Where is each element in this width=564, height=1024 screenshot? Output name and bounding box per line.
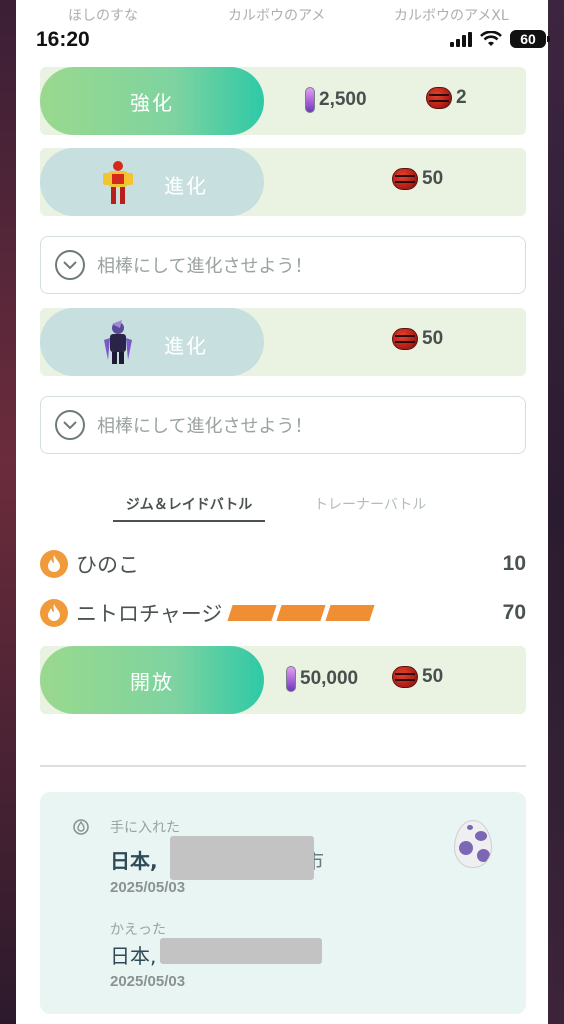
background-right	[548, 0, 564, 1024]
caught-date: 2025/05/03	[110, 879, 186, 896]
hatched-date: 2025/05/03	[110, 973, 186, 990]
status-icons: 60	[450, 30, 550, 48]
resource-header: ほしのすな カルボウのアメ カルボウのアメXL	[16, 2, 548, 26]
redacted-city	[170, 836, 314, 880]
fire-type-icon	[40, 550, 68, 578]
buddy-hint-text-2: 相棒にして進化させよう！	[97, 416, 313, 437]
section-divider	[40, 765, 526, 767]
tab-trainer-battle[interactable]: トレーナーバトル	[314, 494, 426, 514]
buddy-hint-text-1: 相棒にして進化させよう！	[97, 256, 313, 277]
stardust-icon	[286, 666, 296, 692]
hatched-label: かえった	[110, 922, 166, 938]
hatched-place: 日本,	[110, 944, 157, 968]
evolve-candy-cost-1: 50	[392, 168, 443, 190]
power-up-button[interactable]: 強化	[40, 67, 264, 135]
power-up-dust-cost: 2,500	[305, 87, 367, 113]
evolve-label-1: 進化	[164, 174, 208, 198]
candy-icon	[392, 328, 418, 350]
candy-icon	[426, 87, 452, 109]
candy-xl-label: カルボウのアメXL	[394, 8, 509, 24]
chevron-down-icon	[55, 250, 85, 280]
charged-move-power: 70	[502, 601, 526, 624]
status-time: 16:20	[36, 28, 90, 51]
signal-icon	[450, 31, 472, 47]
candy-label: カルボウのアメ	[228, 8, 326, 24]
egg-icon	[454, 820, 492, 868]
armarouge-icon	[103, 161, 133, 204]
evolve-label-2: 進化	[164, 334, 208, 358]
catch-info-card: 手に入れた 日本, 市 2025/05/03 かえった 日本, 2025/05/…	[40, 792, 526, 1014]
battery-icon: 60	[510, 30, 550, 48]
candy-amount: 2	[456, 87, 467, 108]
evolve-row-2: 進化 50	[40, 308, 526, 376]
charged-move-row[interactable]: ニトロチャージ 70	[40, 598, 526, 628]
energy-bars	[227, 605, 375, 621]
dust-amount: 2,500	[319, 89, 367, 110]
fast-move-row[interactable]: ひのこ 10	[40, 549, 526, 579]
candy-icon	[392, 666, 418, 688]
stardust-label: ほしのすな	[68, 8, 138, 24]
fast-move-name: ひのこ	[76, 553, 139, 577]
tab-gym-raid[interactable]: ジム＆レイドバトル	[113, 494, 265, 522]
power-up-candy-cost: 2	[426, 87, 467, 109]
unlock-dust-cost: 50,000	[286, 666, 358, 692]
unlock-move-row: 開放 50,000 50	[40, 646, 526, 714]
chevron-down-icon	[55, 410, 85, 440]
battle-tabs: ジム＆レイドバトル トレーナーバトル	[16, 494, 548, 524]
pokemon-detail-panel[interactable]: ほしのすな カルボウのアメ カルボウのアメXL 16:20 60 強化 2,50…	[16, 0, 550, 1024]
background-left	[0, 0, 16, 1024]
caught-place: 日本,	[110, 849, 158, 873]
buddy-hint-1[interactable]: 相棒にして進化させよう！	[40, 236, 526, 294]
power-up-row: 強化 2,500 2	[40, 67, 526, 135]
ceruledge-icon	[104, 320, 132, 364]
evolve-row-1: 進化 50	[40, 148, 526, 216]
unlock-candy-cost: 50	[392, 666, 443, 688]
unlock-button[interactable]: 開放	[40, 646, 264, 714]
wifi-icon	[480, 31, 502, 46]
candy-icon	[392, 168, 418, 190]
evolve-button-2[interactable]: 進化	[40, 308, 264, 376]
buddy-hint-2[interactable]: 相棒にして進化させよう！	[40, 396, 526, 454]
evolve-candy-cost-2: 50	[392, 328, 443, 350]
dust-amount: 50,000	[300, 668, 359, 689]
fast-move-power: 10	[502, 552, 526, 575]
charged-move-name: ニトロチャージ	[76, 602, 223, 626]
candy-amount: 50	[422, 328, 444, 349]
stardust-icon	[305, 87, 315, 113]
fire-type-icon	[40, 599, 68, 627]
candy-amount: 50	[422, 168, 444, 189]
caught-label: 手に入れた	[110, 820, 180, 836]
candy-amount: 50	[422, 666, 444, 687]
evolve-button-1[interactable]: 進化	[40, 148, 264, 216]
redacted-city-2	[160, 938, 322, 964]
location-pin-icon	[73, 819, 89, 835]
